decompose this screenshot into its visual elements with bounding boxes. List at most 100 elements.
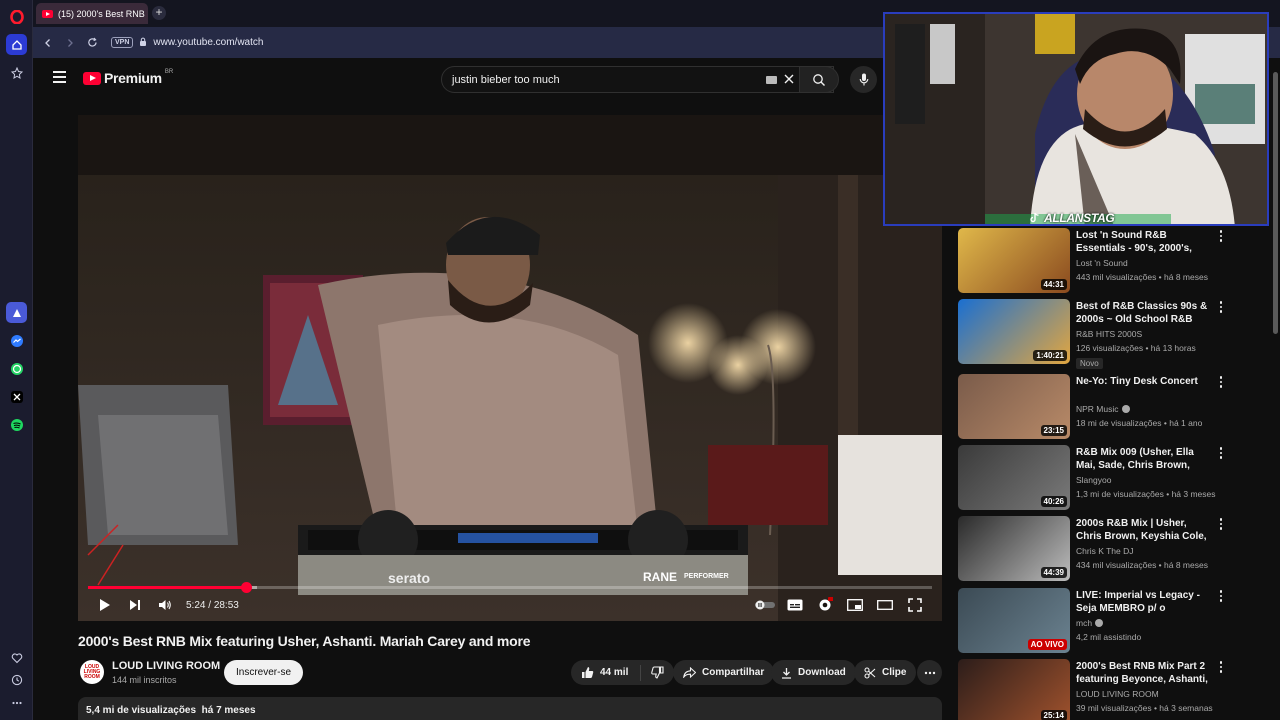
new-badge: Novo (1076, 358, 1103, 369)
recommendation-thumbnail[interactable]: 25:14 (958, 659, 1070, 720)
autoplay-toggle[interactable] (750, 591, 780, 619)
recommendation-item[interactable]: 23:15 Ne-Yo: Tiny Desk Concert NPR Music 18… (958, 374, 1228, 442)
recommendation-thumbnail[interactable]: 23:15 (958, 374, 1070, 439)
dislike-button[interactable] (651, 666, 664, 679)
tab-youtube[interactable]: (15) 2000's Best RNB Mi (36, 3, 148, 24)
menu-icon[interactable] (53, 71, 66, 83)
scrollbar-thumb[interactable] (1273, 72, 1278, 334)
streamer-name-text: ALLANSTAG (1044, 211, 1115, 225)
settings-button[interactable] (810, 591, 840, 619)
channel-avatar[interactable]: LOUD LIVING ROOM (80, 660, 104, 684)
share-label: Compartilhar (702, 667, 765, 678)
x-twitter-icon[interactable] (6, 386, 27, 407)
video-player[interactable]: serato RANE PERFORMER 5:24 / 28:53 (78, 115, 942, 621)
more-options-icon[interactable] (1216, 376, 1226, 390)
channel-subscribers: 144 mil inscritos (112, 675, 177, 685)
miniplayer-button[interactable] (840, 591, 870, 619)
search-button[interactable] (799, 66, 839, 93)
recommendation-title[interactable]: Best of R&B Classics 90s & 2000s ~ Old S… (1076, 300, 1212, 326)
webcam-feed (885, 14, 1267, 224)
more-horizontal-icon (924, 671, 935, 674)
recommendation-channel[interactable]: R&B HITS 2000S (1076, 329, 1142, 339)
next-button[interactable] (120, 591, 150, 619)
recommendation-title[interactable]: Ne-Yo: Tiny Desk Concert (1076, 375, 1212, 388)
recommendation-channel[interactable]: Chris K The DJ (1076, 546, 1133, 556)
more-options-icon[interactable] (1216, 447, 1226, 461)
recommendation-thumbnail[interactable]: AO VIVO (958, 588, 1070, 653)
search-query: justin bieber too much (452, 73, 560, 86)
clip-button[interactable]: Clipe (854, 660, 917, 685)
mixer-model-label: RANE (643, 570, 677, 584)
vpn-badge[interactable]: VPN (111, 37, 134, 48)
keyboard-icon[interactable] (766, 76, 777, 84)
recommendation-title[interactable]: LIVE: Imperial vs Legacy - Seja MEMBRO p… (1076, 589, 1212, 615)
like-dislike-group: 44 mil (571, 660, 675, 685)
channel-name[interactable]: LOUD LIVING ROOM (112, 660, 220, 672)
recommendation-channel-name: mch (1076, 618, 1093, 628)
more-actions-button[interactable] (917, 660, 942, 685)
subtitles-icon (787, 599, 803, 611)
url-field[interactable]: www.youtube.com/watch (153, 37, 263, 48)
recommendation-channel[interactable]: Lost 'n Sound (1076, 258, 1128, 268)
new-tab-button[interactable]: + (152, 6, 166, 20)
back-icon[interactable] (37, 32, 59, 54)
heart-icon[interactable] (6, 647, 27, 668)
recommendation-item[interactable]: 40:26 R&B Mix 009 (Usher, Ella Mai, Sade,… (958, 445, 1228, 513)
subtitles-button[interactable] (780, 591, 810, 619)
recommendation-title[interactable]: 2000's Best RNB Mix Part 2 featuring Bey… (1076, 660, 1212, 686)
lock-icon[interactable] (139, 37, 147, 48)
autoplay-toggle-icon (755, 600, 775, 610)
time-separator: / (205, 599, 214, 611)
play-button[interactable] (90, 591, 120, 619)
recommendation-channel[interactable]: NPR Music (1076, 404, 1130, 414)
tab-title: (15) 2000's Best RNB Mi (58, 8, 148, 19)
recommendation-item[interactable]: 44:31 Lost 'n Sound R&B Essentials - 90's… (958, 228, 1228, 296)
recommendation-item[interactable]: 44:39 2000s R&B Mix | Usher, Chris Brown,… (958, 516, 1228, 584)
more-icon[interactable] (6, 692, 27, 713)
recommendation-item[interactable]: AO VIVO LIVE: Imperial vs Legacy - Seja M… (958, 588, 1228, 656)
share-button[interactable]: Compartilhar (673, 660, 775, 685)
spotify-icon[interactable] (6, 414, 27, 435)
volume-button[interactable] (150, 591, 180, 619)
recommendation-channel[interactable]: LOUD LIVING ROOM (1076, 689, 1159, 699)
more-options-icon[interactable] (1216, 590, 1226, 604)
voice-search-button[interactable] (850, 66, 877, 93)
search-input[interactable]: justin bieber too much (441, 66, 834, 93)
aria-icon[interactable] (6, 302, 27, 323)
recommendation-channel[interactable]: mch (1076, 618, 1104, 628)
more-options-icon[interactable] (1216, 661, 1226, 675)
recommendation-title[interactable]: R&B Mix 009 (Usher, Ella Mai, Sade, Chri… (1076, 446, 1212, 472)
page-scrollbar[interactable] (1271, 58, 1280, 720)
home-icon[interactable] (6, 34, 27, 55)
scissors-icon (864, 666, 876, 679)
youtube-logo[interactable]: Premium BR (83, 69, 173, 86)
recommendation-title[interactable]: Lost 'n Sound R&B Essentials - 90's, 200… (1076, 229, 1212, 255)
recommendation-item[interactable]: 1:40:21 Best of R&B Classics 90s & 2000s … (958, 299, 1228, 369)
like-button[interactable]: 44 mil (581, 666, 628, 679)
subscribe-button[interactable]: Inscrever-se (224, 660, 304, 685)
clip-label: Clipe (882, 667, 907, 678)
description-box[interactable]: 5,4 mi de visualizações há 7 meses (78, 697, 942, 720)
fullscreen-button[interactable] (900, 591, 930, 619)
opera-logo-icon[interactable] (6, 6, 27, 27)
recommendation-title[interactable]: 2000s R&B Mix | Usher, Chris Brown, Keys… (1076, 517, 1212, 543)
download-button[interactable]: Download (771, 660, 856, 685)
recommendation-channel[interactable]: Slangyoo (1076, 475, 1111, 485)
whatsapp-icon[interactable] (6, 358, 27, 379)
recommendation-thumbnail[interactable]: 1:40:21 (958, 299, 1070, 364)
forward-icon[interactable] (59, 32, 81, 54)
recommendation-thumbnail[interactable]: 40:26 (958, 445, 1070, 510)
webcam-overlay (883, 12, 1269, 226)
recommendation-thumbnail[interactable]: 44:31 (958, 228, 1070, 293)
recommendation-item[interactable]: 25:14 2000's Best RNB Mix Part 2 featurin… (958, 659, 1228, 720)
messenger-icon[interactable] (6, 330, 27, 351)
history-icon[interactable] (6, 669, 27, 690)
reload-icon[interactable] (81, 32, 103, 54)
star-icon[interactable] (6, 62, 27, 83)
recommendation-thumbnail[interactable]: 44:39 (958, 516, 1070, 581)
theater-mode-button[interactable] (870, 591, 900, 619)
more-options-icon[interactable] (1216, 301, 1226, 315)
clear-search-icon[interactable] (783, 72, 795, 88)
more-options-icon[interactable] (1216, 518, 1226, 532)
more-options-icon[interactable] (1216, 230, 1226, 244)
